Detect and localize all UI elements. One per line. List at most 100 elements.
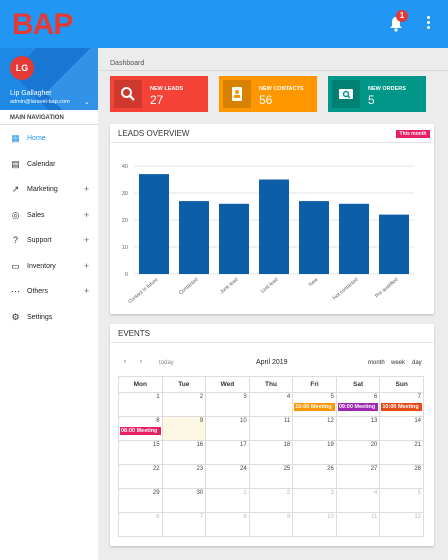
- calendar-day-cell[interactable]: 28: [379, 464, 424, 489]
- leads-overview-panel: LEADS OVERVIEW This month 0 10 20 30 40 Conta…: [110, 124, 434, 314]
- calendar-day-cell[interactable]: 2: [248, 488, 294, 513]
- bar[interactable]: [299, 201, 329, 274]
- calendar-event[interactable]: 10:00 Meeting: [381, 403, 422, 411]
- calendar-day-cell[interactable]: 13: [335, 416, 381, 441]
- day-number: 1: [243, 490, 247, 496]
- view-day-button[interactable]: day: [412, 360, 422, 366]
- day-number: 8: [243, 514, 247, 520]
- calendar-day-cell[interactable]: 12: [292, 416, 337, 441]
- calendar-day-cell[interactable]: 5 10:00 Meeting: [292, 392, 337, 417]
- calendar-day-cell[interactable]: 8: [205, 512, 250, 537]
- sidebar-item-label: Support: [27, 237, 52, 244]
- plus-icon[interactable]: +: [84, 261, 89, 271]
- view-week-button[interactable]: week: [391, 360, 405, 366]
- more-vertical-icon[interactable]: [424, 14, 432, 32]
- app-logo[interactable]: BAP: [12, 8, 73, 42]
- calendar-day-cell[interactable]: 26: [292, 464, 337, 489]
- calendar-day-cell[interactable]: 16: [161, 440, 207, 465]
- calendar-event[interactable]: 09:00 Meeting: [337, 403, 379, 411]
- day-number: 4: [374, 490, 378, 496]
- calendar-day-cell[interactable]: 9: [248, 512, 294, 537]
- next-month-icon[interactable]: ›: [140, 359, 142, 365]
- day-number: 27: [370, 466, 378, 472]
- calendar-day-cell[interactable]: 9: [161, 416, 207, 441]
- plus-icon[interactable]: +: [84, 286, 89, 296]
- calendar-day-cell[interactable]: 1: [205, 488, 250, 513]
- calendar-day-cell[interactable]: 19: [292, 440, 337, 465]
- stat-card-new-contacts[interactable]: NEW CONTACTS 56: [219, 76, 317, 112]
- sidebar-item-others[interactable]: ⋯ Others +: [0, 281, 98, 303]
- plus-icon[interactable]: +: [84, 184, 89, 194]
- calendar-day-cell[interactable]: 6 09:00 Meeting: [335, 392, 381, 417]
- sidebar-item-support[interactable]: ? Support +: [0, 230, 98, 252]
- stat-value: 5: [368, 93, 375, 107]
- calendar-day-cell[interactable]: 7 10:00 Meeting: [379, 392, 424, 417]
- today-button[interactable]: today: [159, 360, 174, 366]
- day-number: 5: [417, 490, 421, 496]
- calendar-day-cell[interactable]: 2: [161, 392, 207, 417]
- calendar-day-cell[interactable]: 6: [118, 512, 163, 537]
- view-month-button[interactable]: month: [368, 360, 385, 366]
- sidebar-item-label: Marketing: [27, 186, 58, 193]
- bar[interactable]: [219, 203, 249, 274]
- stat-card-new-orders[interactable]: NEW ORDERS 5: [328, 76, 426, 112]
- calendar-day-cell[interactable]: 30: [161, 488, 207, 513]
- bar[interactable]: [179, 201, 209, 274]
- day-number: 11: [371, 514, 378, 520]
- calendar-day-cell[interactable]: 5: [379, 488, 424, 513]
- calendar-day-cell[interactable]: 4: [335, 488, 381, 513]
- bar[interactable]: [339, 203, 369, 274]
- sidebar-item-marketing[interactable]: ↗ Marketing +: [0, 179, 98, 201]
- calendar-day-cell[interactable]: 20: [335, 440, 381, 465]
- calendar-event[interactable]: 10:00 Meeting: [294, 403, 335, 411]
- calendar-event[interactable]: 08:00 Meeting: [120, 427, 161, 435]
- sidebar-item-inventory[interactable]: ▭ Inventory +: [0, 256, 98, 278]
- stat-card-new-leads[interactable]: NEW LEADS 27: [110, 76, 208, 112]
- sidebar-item-label: Sales: [27, 211, 45, 219]
- y-tick-label: 20: [122, 218, 128, 224]
- calendar-day-cell[interactable]: 11: [248, 416, 294, 441]
- calendar-day-cell[interactable]: 4: [248, 392, 294, 417]
- sidebar-item-sales[interactable]: ◎ Sales +: [0, 205, 98, 227]
- bar[interactable]: [259, 179, 289, 275]
- x-tick-label: Not contacted: [332, 277, 360, 302]
- calendar-day-cell[interactable]: 10: [205, 416, 250, 441]
- profile-panel: LG Lip Gallagher admin@laravel-bap.com ⌄: [0, 48, 98, 110]
- day-number: 14: [414, 418, 421, 424]
- sidebar-item-settings[interactable]: ⚙ Settings: [0, 307, 98, 329]
- sidebar-item-calendar[interactable]: ▤ Calendar: [0, 154, 98, 176]
- breadcrumb: Dashboard: [110, 60, 145, 67]
- calendar-day-cell[interactable]: 1: [118, 392, 163, 417]
- chevron-down-icon[interactable]: ⌄: [84, 98, 90, 106]
- avatar[interactable]: LG: [10, 56, 34, 80]
- calendar-day-cell[interactable]: 24: [205, 464, 250, 489]
- calendar-day-cell[interactable]: 21: [379, 440, 424, 465]
- calendar-day-cell[interactable]: 18: [248, 440, 294, 465]
- calendar-day-cell[interactable]: 17: [205, 440, 250, 465]
- bar[interactable]: [139, 174, 169, 274]
- plus-icon[interactable]: +: [84, 210, 89, 220]
- calendar-day-cell[interactable]: 29: [118, 488, 163, 513]
- calendar-day-cell[interactable]: 3: [205, 392, 250, 417]
- calendar-day-cell[interactable]: 14: [379, 416, 424, 441]
- day-number: 17: [240, 442, 247, 448]
- more-icon: ⋯: [11, 286, 20, 296]
- calendar-day-cell[interactable]: 27: [335, 464, 381, 489]
- calendar-day-cell[interactable]: 25: [248, 464, 294, 489]
- day-number: 24: [240, 466, 247, 472]
- sidebar-item-home[interactable]: ▦ Home: [0, 128, 98, 150]
- calendar-day-cell[interactable]: 11: [335, 512, 381, 537]
- calendar-day-cell[interactable]: 15: [118, 440, 163, 465]
- plus-icon[interactable]: +: [84, 235, 89, 245]
- prev-month-icon[interactable]: ‹: [124, 359, 126, 365]
- calendar-day-cell[interactable]: 7: [161, 512, 207, 537]
- calendar-day-cell[interactable]: 12: [379, 512, 424, 537]
- calendar-day-cell[interactable]: 22: [118, 464, 163, 489]
- bar[interactable]: [379, 214, 409, 274]
- calendar-day-cell[interactable]: 8 08:00 Meeting: [118, 416, 163, 441]
- calendar-day-cell[interactable]: 10: [292, 512, 337, 537]
- calendar-day-cell[interactable]: 23: [161, 464, 207, 489]
- calendar-day-cell[interactable]: 3: [292, 488, 337, 513]
- weekday-header: Mon: [118, 376, 163, 393]
- sidebar-item-label: Inventory: [27, 262, 56, 270]
